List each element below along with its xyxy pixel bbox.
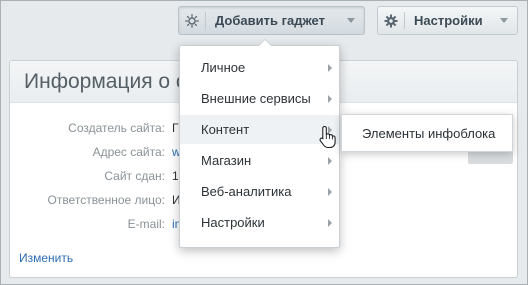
menu-item-label: Внешние сервисы (201, 91, 311, 106)
chevron-right-icon (328, 188, 332, 196)
info-row-key: E-mail: (127, 217, 165, 231)
menu-item-label: Контент (201, 122, 250, 137)
info-row-value: 1 (172, 169, 179, 183)
button-separator (404, 12, 405, 29)
settings-button[interactable]: Настройки (377, 6, 518, 35)
button-separator (205, 12, 206, 29)
chevron-right-icon (328, 219, 332, 227)
change-link[interactable]: Изменить (19, 251, 73, 265)
menu-item-web-analytics[interactable]: Веб-аналитика (180, 177, 339, 206)
info-row-key: Сайт сдан: (104, 169, 165, 183)
window-frame: Добавить гаджет Настройки Информация о с… (0, 0, 528, 285)
menu-item-personal[interactable]: Личное (180, 53, 339, 82)
chevron-right-icon (328, 64, 332, 72)
menu-item-shop[interactable]: Магазин (180, 146, 339, 175)
menu-item-label: Личное (201, 60, 246, 75)
menu-item-label: Веб-аналитика (201, 184, 292, 199)
chevron-right-icon (328, 157, 332, 165)
panel-title: Информация о с (24, 70, 187, 93)
add-gadget-label: Добавить гаджет (215, 13, 325, 28)
menu-item-settings[interactable]: Настройки (180, 208, 339, 237)
submenu-item-infoblock-elements[interactable]: Элементы инфоблока (341, 114, 513, 152)
info-row-key: Адрес сайта: (92, 145, 165, 159)
info-row-value: Г (172, 121, 179, 135)
sun-icon (179, 7, 205, 34)
add-gadget-button[interactable]: Добавить гаджет (178, 6, 365, 35)
menu-item-content[interactable]: Контент (180, 115, 339, 144)
menu-item-label: Магазин (201, 153, 252, 168)
chevron-down-icon (347, 18, 355, 23)
chevron-down-icon (500, 18, 508, 23)
hand-pointer-icon (319, 125, 336, 149)
menu-item-label: Настройки (201, 215, 265, 230)
menu-item-external-services[interactable]: Внешние сервисы (180, 84, 339, 113)
info-row-key: Создатель сайта: (68, 121, 165, 135)
gear-icon (378, 7, 404, 34)
info-row-key: Ответственное лицо: (47, 193, 165, 207)
settings-label: Настройки (414, 13, 483, 28)
chevron-right-icon (328, 95, 332, 103)
add-gadget-menu: Личное Внешние сервисы Контент Магазин В… (179, 39, 340, 248)
